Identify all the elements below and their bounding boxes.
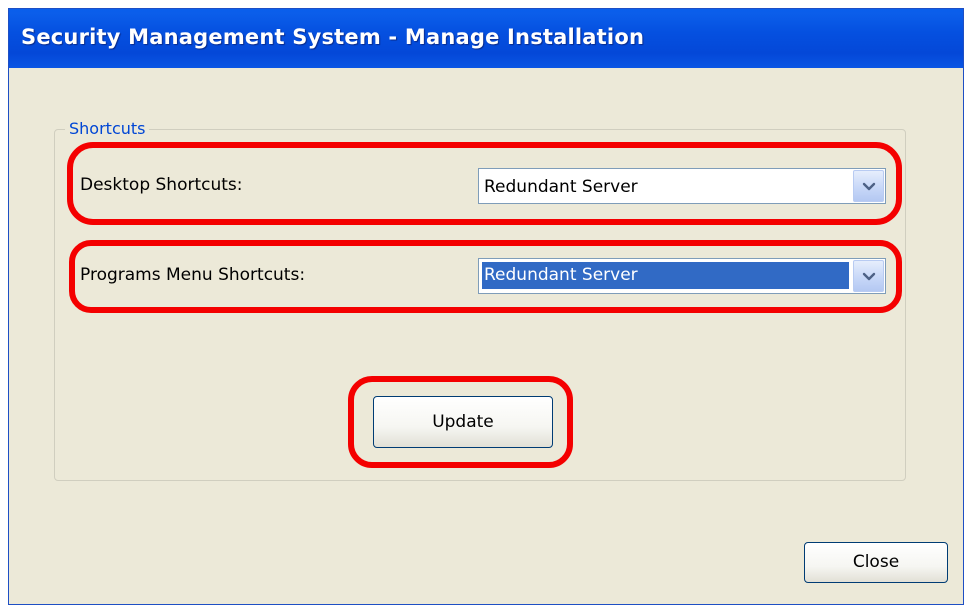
desktop-shortcuts-dropdown-button[interactable]	[853, 170, 884, 202]
title-bar[interactable]: Security Management System - Manage Inst…	[9, 9, 963, 68]
chevron-down-icon	[862, 182, 876, 191]
programs-menu-shortcuts-value: Redundant Server	[482, 262, 849, 289]
desktop-shortcuts-label: Desktop Shortcuts:	[80, 175, 243, 195]
desktop-shortcuts-value: Redundant Server	[484, 177, 638, 197]
update-button[interactable]: Update	[373, 396, 553, 448]
desktop-shortcuts-dropdown[interactable]: Redundant Server	[478, 168, 886, 204]
manage-installation-window: Security Management System - Manage Inst…	[8, 8, 964, 605]
shortcuts-group-label: Shortcuts	[65, 119, 150, 138]
window-title: Security Management System - Manage Inst…	[21, 25, 645, 49]
close-button[interactable]: Close	[804, 542, 948, 583]
programs-menu-shortcuts-dropdown[interactable]: Redundant Server	[478, 258, 886, 294]
programs-menu-shortcuts-label: Programs Menu Shortcuts:	[80, 265, 306, 285]
programs-menu-shortcuts-dropdown-button[interactable]	[853, 260, 884, 292]
chevron-down-icon	[862, 272, 876, 281]
